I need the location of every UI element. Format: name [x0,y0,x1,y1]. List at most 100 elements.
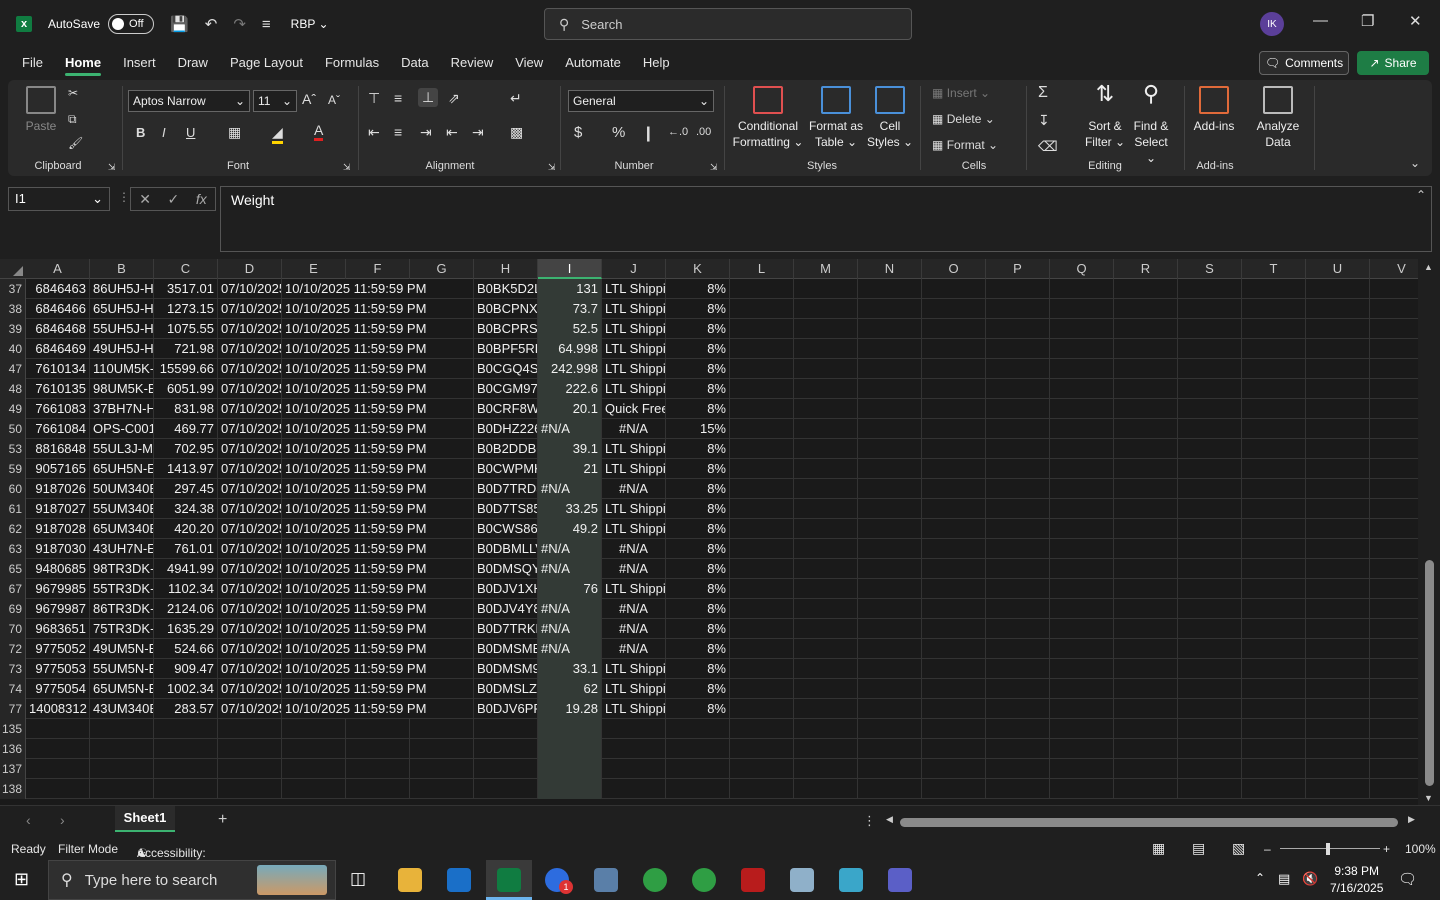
cell-c[interactable]: 15599.66 [154,359,218,379]
cell-p[interactable] [986,279,1050,299]
row-header[interactable]: 74 [0,679,26,699]
cell-d[interactable]: 07/10/2025 [218,599,282,619]
cell-d[interactable]: 07/10/2025 [218,499,282,519]
cell-u[interactable] [1306,319,1370,339]
cell-m[interactable] [794,739,858,759]
cell-t[interactable] [1242,359,1306,379]
cell-a[interactable]: 7610134 [26,359,90,379]
tab-page-layout[interactable]: Page Layout [230,48,303,78]
cell-i[interactable] [538,759,602,779]
cell-o[interactable] [922,519,986,539]
cell-u[interactable] [1306,359,1370,379]
cell-c[interactable]: 324.38 [154,499,218,519]
cell-g[interactable] [410,739,474,759]
cell-c[interactable]: 1635.29 [154,619,218,639]
cell-c[interactable]: 4941.99 [154,559,218,579]
cell-v[interactable] [1370,439,1418,459]
format-cells-button[interactable]: ▦ Format ⌄ [932,138,998,152]
cell-k[interactable] [666,759,730,779]
cell-a[interactable] [26,759,90,779]
cell-f[interactable] [346,659,410,679]
cell-c[interactable]: 909.47 [154,659,218,679]
cell-p[interactable] [986,739,1050,759]
cell-b[interactable] [90,739,154,759]
cell-v[interactable] [1370,559,1418,579]
cell-h[interactable]: B0DJV4Y8 [474,599,538,619]
percent-icon[interactable]: % [612,124,625,141]
cell-j[interactable]: #N/A [602,619,666,639]
addins-button[interactable]: Add-ins [1190,86,1238,134]
column-header-b[interactable]: B [90,259,154,279]
cell-t[interactable] [1242,419,1306,439]
font-launcher-icon[interactable]: ⇲ [343,162,351,173]
cell-k[interactable]: 15% [666,419,730,439]
taskbar-search[interactable]: ⚲ Type here to search [48,860,336,900]
cell-s[interactable] [1178,479,1242,499]
cell-b[interactable]: 43UM340E [90,699,154,719]
tab-view[interactable]: View [515,48,543,78]
cell-e[interactable]: 10/10/2025 11:59:59 PM [282,679,426,699]
cell-j[interactable]: #N/A [602,479,666,499]
cell-h[interactable]: B0BCPNXI [474,299,538,319]
cell-c[interactable]: 831.98 [154,399,218,419]
select-all-corner[interactable] [0,259,26,279]
cell-q[interactable] [1050,559,1114,579]
cell-i[interactable]: 39.1 [538,439,602,459]
cell-m[interactable] [794,659,858,679]
cell-m[interactable] [794,359,858,379]
cell-t[interactable] [1242,479,1306,499]
app-icon[interactable] [790,868,814,892]
cell-n[interactable] [858,759,922,779]
cell-u[interactable] [1306,719,1370,739]
cell-u[interactable] [1306,519,1370,539]
cell-d[interactable] [218,779,282,799]
cell-v[interactable] [1370,499,1418,519]
column-header-i[interactable]: I [538,259,602,279]
cell-b[interactable]: 55TR3DK-I [90,579,154,599]
cell-q[interactable] [1050,759,1114,779]
cell-r[interactable] [1114,739,1178,759]
cell-e[interactable] [282,739,346,759]
cell-g[interactable] [410,599,474,619]
cell-g[interactable] [410,459,474,479]
cell-u[interactable] [1306,279,1370,299]
cell-j[interactable]: LTL Shippi [602,379,666,399]
align-right-icon[interactable]: ⇥ [420,124,432,141]
cell-u[interactable] [1306,399,1370,419]
cell-o[interactable] [922,499,986,519]
tab-insert[interactable]: Insert [123,48,156,78]
cell-h[interactable]: B0D7TRD3 [474,479,538,499]
cell-n[interactable] [858,659,922,679]
autosave-toggle[interactable]: Off [108,14,155,34]
cell-l[interactable] [730,659,794,679]
cell-o[interactable] [922,379,986,399]
cell-h[interactable] [474,779,538,799]
cell-c[interactable]: 1075.55 [154,319,218,339]
cell-v[interactable] [1370,639,1418,659]
underline-icon[interactable]: U [186,125,195,140]
cell-r[interactable] [1114,719,1178,739]
cell-b[interactable]: 50UM340E [90,479,154,499]
cell-n[interactable] [858,479,922,499]
cell-d[interactable] [218,739,282,759]
cell-i[interactable] [538,719,602,739]
row-header[interactable]: 77 [0,699,26,719]
cell-k[interactable] [666,719,730,739]
cell-c[interactable]: 1002.34 [154,679,218,699]
cell-g[interactable] [410,319,474,339]
currency-icon[interactable]: $ [574,124,582,141]
cell-j[interactable]: LTL Shippi [602,459,666,479]
cell-t[interactable] [1242,339,1306,359]
cell-p[interactable] [986,759,1050,779]
cell-n[interactable] [858,519,922,539]
cell-k[interactable]: 8% [666,499,730,519]
cell-q[interactable] [1050,339,1114,359]
cell-j[interactable]: LTL Shippi [602,679,666,699]
cell-f[interactable] [346,519,410,539]
cell-k[interactable]: 8% [666,319,730,339]
cell-j[interactable]: LTL Shippi [602,299,666,319]
cell-k[interactable]: 8% [666,459,730,479]
cancel-icon[interactable]: ✕ [139,191,151,208]
cell-p[interactable] [986,419,1050,439]
cell-g[interactable] [410,719,474,739]
